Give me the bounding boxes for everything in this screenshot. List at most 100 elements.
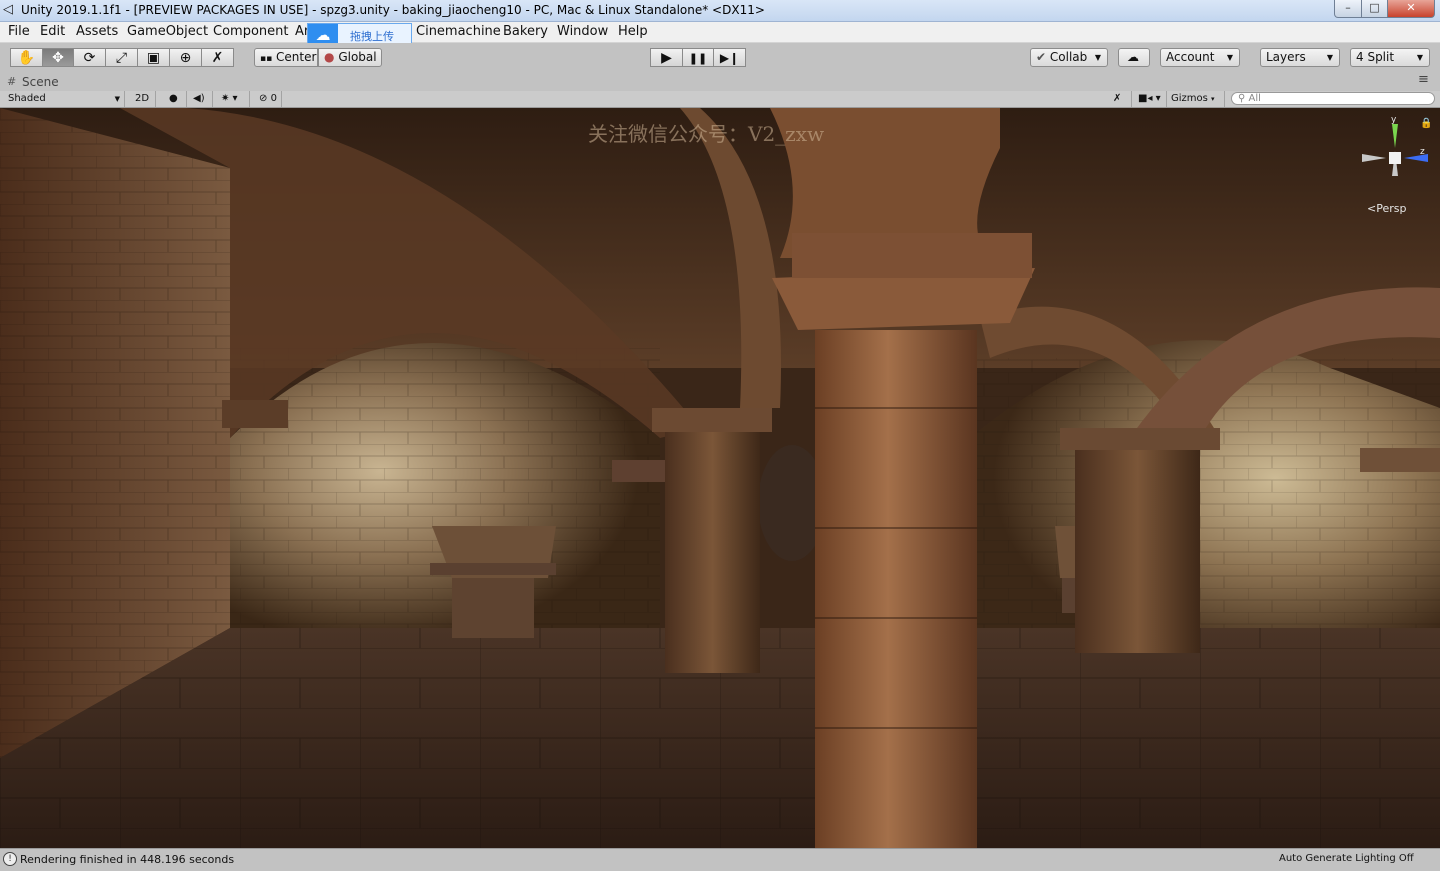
- lighting-toggle[interactable]: ●: [163, 91, 187, 107]
- title-bar: ◁ Unity 2019.1.1f1 - [PREVIEW PACKAGES I…: [0, 0, 1440, 22]
- shading-mode-dropdown[interactable]: Shaded ▼: [4, 91, 125, 107]
- chevron-down-icon: ▼: [1416, 53, 1423, 62]
- hidden-objects-toggle[interactable]: ⊘ 0: [255, 91, 282, 107]
- space-label: Global: [338, 50, 377, 64]
- eye-slash-icon: ⊘: [259, 93, 268, 104]
- scale-tool-icon: ⤢: [115, 50, 128, 66]
- camera-icon: ■◂ ▾: [1138, 93, 1161, 104]
- rotate-tool-icon: ⟳: [83, 50, 96, 66]
- axis-y-label: y: [1391, 116, 1397, 125]
- custom-tool-button[interactable]: ✗: [201, 48, 234, 67]
- tools-icon: ✗: [1113, 93, 1122, 104]
- minimize-button[interactable]: –: [1334, 0, 1362, 18]
- cloud-icon: ☁: [1127, 50, 1139, 64]
- transform-tool-button[interactable]: ⊕: [169, 48, 202, 67]
- status-bar: ! Rendering finished in 448.196 seconds …: [0, 848, 1440, 871]
- effects-dropdown[interactable]: ✷ ▾: [213, 91, 250, 107]
- chevron-down-icon: ▾: [1211, 95, 1215, 103]
- step-button[interactable]: ▶❙: [713, 48, 746, 67]
- scene-grid-icon: #: [7, 75, 17, 88]
- window-title: Unity 2019.1.1f1 - [PREVIEW PACKAGES IN …: [21, 3, 765, 17]
- main-toolbar: ✋ ✥ ⟳ ⤢ ▣ ⊕ ✗ ▪▪ Center ● Global ▶ ❚❚ ▶❙…: [0, 43, 1440, 74]
- step-icon: ▶❙: [719, 51, 740, 65]
- search-icon: ⚲: [1238, 93, 1246, 104]
- scene-render: [0, 108, 1440, 848]
- camera-dropdown[interactable]: ■◂ ▾: [1134, 91, 1167, 107]
- axis-z-label: z: [1420, 147, 1425, 157]
- cloud-button[interactable]: ☁: [1118, 48, 1150, 67]
- light-icon: ●: [169, 93, 178, 104]
- minimize-icon: –: [1345, 1, 1351, 14]
- menu-edit[interactable]: Edit: [40, 24, 65, 39]
- pivot-label: Center: [276, 50, 317, 64]
- chevron-left-icon: <: [1367, 202, 1377, 215]
- menu-bar: File Edit Assets GameObject Component Ar…: [0, 22, 1440, 43]
- status-message[interactable]: Rendering finished in 448.196 seconds: [20, 853, 234, 866]
- close-button[interactable]: ✕: [1387, 0, 1435, 18]
- transform-tool-icon: ⊕: [179, 50, 192, 66]
- lighting-status: Auto Generate Lighting Off: [1279, 853, 1414, 864]
- account-dropdown[interactable]: Account ▼: [1160, 48, 1240, 67]
- hand-tool-button[interactable]: ✋: [10, 48, 43, 67]
- gizmos-dropdown[interactable]: Gizmos ▾: [1167, 91, 1225, 107]
- watermark-text: 关注微信公众号：V2_zxw: [588, 122, 825, 146]
- persp-label: Persp: [1376, 202, 1407, 215]
- scene-toolbar: Shaded ▼ 2D ● ◀) ✷ ▾ ⊘ 0 ✗ ■◂ ▾ Gizmos ▾…: [0, 91, 1440, 108]
- unity-logo-icon: ◁: [3, 2, 13, 17]
- layout-label: 4 Split: [1356, 50, 1395, 64]
- move-tool-icon: ✥: [52, 50, 64, 66]
- scene-viewport[interactable]: 关注微信公众号：V2_zxw y z 🔒 <Persp: [0, 108, 1440, 848]
- audio-toggle[interactable]: ◀): [187, 91, 213, 107]
- chevron-down-icon: ▼: [114, 95, 120, 103]
- pause-icon: ❚❚: [688, 52, 708, 65]
- drag-upload-label: 拖拽上传: [350, 30, 394, 43]
- hand-tool-icon: ✋: [17, 50, 36, 66]
- gizmos-label: Gizmos: [1171, 93, 1208, 104]
- scene-search-input[interactable]: ⚲ All: [1231, 92, 1435, 105]
- account-label: Account: [1166, 50, 1215, 64]
- scene-tools-button[interactable]: ✗: [1106, 91, 1132, 107]
- menu-help[interactable]: Help: [618, 24, 648, 39]
- lock-icon[interactable]: 🔒: [1420, 118, 1432, 129]
- globe-icon: ●: [324, 50, 335, 64]
- layers-dropdown[interactable]: Layers ▼: [1260, 48, 1340, 67]
- effects-icon: ✷ ▾: [221, 93, 238, 104]
- layers-label: Layers: [1266, 50, 1306, 64]
- panel-menu-icon[interactable]: ≡: [1418, 72, 1429, 87]
- menu-component[interactable]: Component: [213, 24, 288, 39]
- menu-file[interactable]: File: [8, 24, 30, 39]
- collab-label: Collab: [1049, 50, 1088, 64]
- info-icon: !: [3, 852, 17, 866]
- tab-scene[interactable]: Scene: [22, 75, 59, 89]
- menu-assets[interactable]: Assets: [76, 24, 118, 39]
- scale-tool-button[interactable]: ⤢: [105, 48, 138, 67]
- projection-toggle[interactable]: <Persp: [1367, 202, 1406, 215]
- menu-gameobject[interactable]: GameObject: [127, 24, 208, 39]
- pivot-toggle[interactable]: ▪▪ Center: [254, 48, 318, 67]
- mode-2d-toggle[interactable]: 2D: [131, 91, 156, 107]
- search-placeholder: All: [1248, 93, 1261, 104]
- custom-tool-icon: ✗: [211, 50, 224, 66]
- move-tool-button[interactable]: ✥: [42, 48, 74, 67]
- play-icon: ▶: [661, 50, 672, 66]
- rect-tool-button[interactable]: ▣: [137, 48, 170, 67]
- chevron-down-icon: ▼: [1094, 53, 1101, 62]
- play-button[interactable]: ▶: [650, 48, 683, 67]
- maximize-icon: □: [1369, 1, 1380, 14]
- audio-icon: ◀): [193, 93, 205, 104]
- menu-window[interactable]: Window: [557, 24, 608, 39]
- pause-button[interactable]: ❚❚: [682, 48, 714, 67]
- space-toggle[interactable]: ● Global: [318, 48, 382, 67]
- rect-tool-icon: ▣: [146, 50, 161, 66]
- collab-dropdown[interactable]: ✔ Collab ▼: [1030, 48, 1108, 67]
- chevron-down-icon: ▼: [1326, 53, 1333, 62]
- menu-cinemachine[interactable]: Cinemachine: [416, 24, 501, 39]
- maximize-button[interactable]: □: [1361, 0, 1388, 18]
- menu-bakery[interactable]: Bakery: [503, 24, 548, 39]
- hidden-count: 0: [270, 93, 277, 104]
- scene-tab-bar: # Scene ≡: [0, 72, 1440, 91]
- layout-dropdown[interactable]: 4 Split ▼: [1350, 48, 1430, 67]
- orientation-gizmo[interactable]: y z: [1358, 116, 1428, 196]
- mode-2d-label: 2D: [135, 93, 150, 104]
- rotate-tool-button[interactable]: ⟳: [73, 48, 106, 67]
